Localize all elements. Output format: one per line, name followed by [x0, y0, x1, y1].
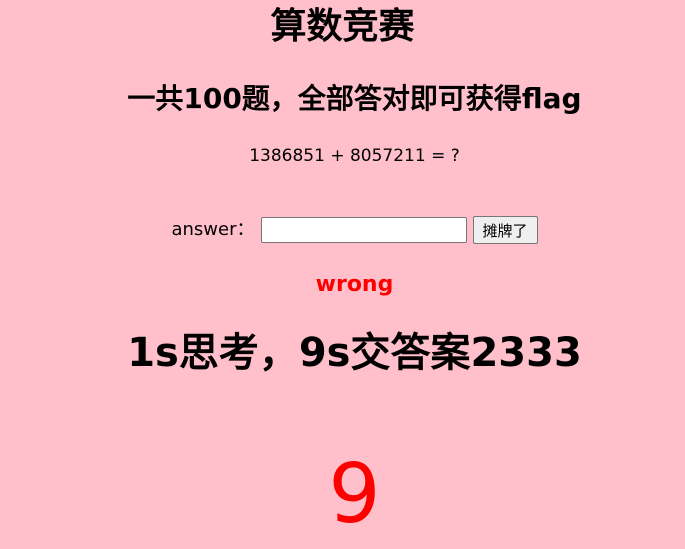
time-hint: 1s思考，9s交答案2333: [127, 330, 582, 376]
answer-label: answer：: [171, 219, 255, 240]
quiz-page: 算数竞赛 一共100题，全部答对即可获得flag 1386851 + 80572…: [0, 0, 685, 549]
page-title: 算数竞赛: [270, 6, 415, 47]
countdown-timer: 9: [328, 447, 381, 542]
result-status: wrong: [315, 272, 394, 297]
answer-input[interactable]: [260, 217, 467, 243]
math-question: 1386851 + 8057211 = ?: [249, 146, 460, 166]
submit-button[interactable]: 摊牌了: [472, 216, 538, 244]
answer-form: answer： 摊牌了: [0, 215, 685, 245]
quiz-description: 一共100题，全部答对即可获得flag: [127, 82, 582, 115]
